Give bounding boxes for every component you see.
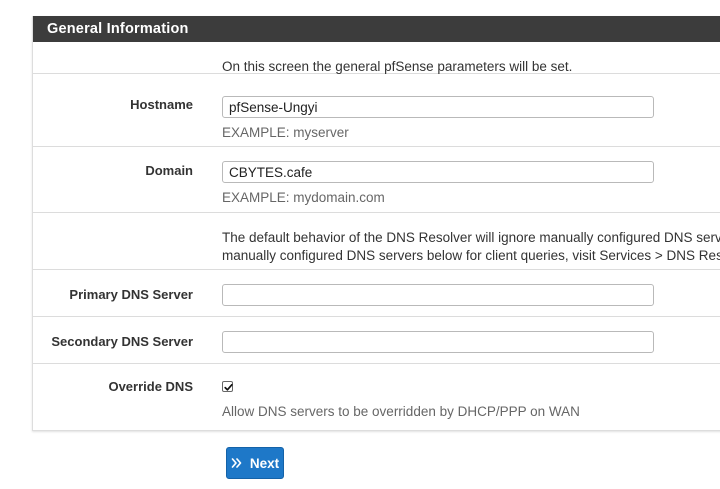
domain-label: Domain bbox=[145, 163, 193, 178]
domain-help: EXAMPLE: mydomain.com bbox=[222, 190, 385, 205]
hostname-row: Hostname EXAMPLE: myserver bbox=[33, 74, 720, 147]
primary-dns-row: Primary DNS Server bbox=[33, 270, 720, 317]
dns-note-line1: The default behavior of the DNS Resolver… bbox=[222, 230, 720, 245]
hostname-help: EXAMPLE: myserver bbox=[222, 125, 349, 140]
override-dns-checkbox[interactable] bbox=[222, 381, 233, 392]
secondary-dns-row: Secondary DNS Server bbox=[33, 317, 720, 364]
intro-row: On this screen the general pfSense param… bbox=[33, 42, 720, 74]
primary-dns-input[interactable] bbox=[222, 284, 654, 306]
hostname-label: Hostname bbox=[130, 97, 193, 112]
dns-note-row: The default behavior of the DNS Resolver… bbox=[33, 213, 720, 270]
secondary-dns-label: Secondary DNS Server bbox=[51, 334, 193, 349]
secondary-dns-input[interactable] bbox=[222, 331, 654, 353]
double-chevron-right-icon bbox=[231, 458, 242, 468]
checkmark-icon bbox=[224, 383, 233, 391]
primary-dns-label: Primary DNS Server bbox=[69, 287, 193, 302]
domain-input[interactable] bbox=[222, 161, 654, 183]
override-dns-row: Override DNS Allow DNS servers to be ove… bbox=[33, 364, 720, 430]
override-dns-help: Allow DNS servers to be overridden by DH… bbox=[222, 404, 580, 419]
next-button-label: Next bbox=[249, 455, 280, 471]
domain-row: Domain EXAMPLE: mydomain.com bbox=[33, 147, 720, 213]
next-button[interactable]: Next bbox=[226, 447, 284, 479]
hostname-input[interactable] bbox=[222, 96, 654, 118]
general-information-panel: General Information On this screen the g… bbox=[32, 16, 720, 431]
intro-text: On this screen the general pfSense param… bbox=[222, 59, 573, 74]
override-dns-label: Override DNS bbox=[108, 379, 193, 394]
dns-note-line2: manually configured DNS servers below fo… bbox=[222, 248, 720, 263]
panel-title: General Information bbox=[33, 16, 720, 42]
